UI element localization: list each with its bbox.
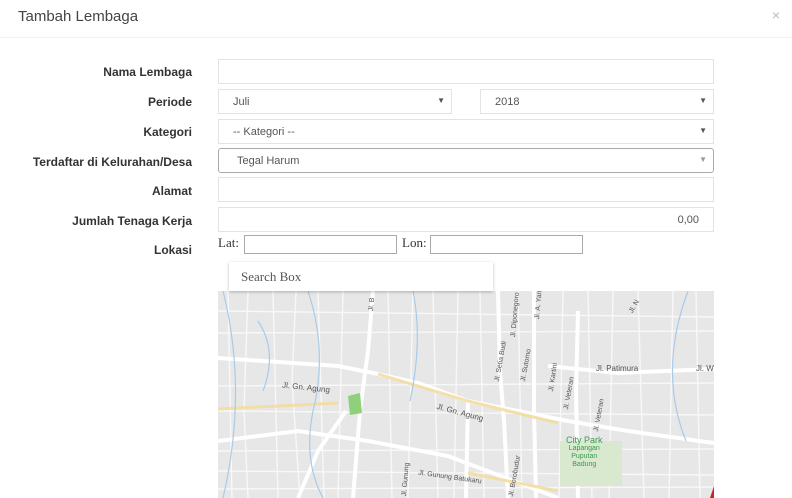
map-label: Jl. Patimura xyxy=(596,364,639,373)
map-label: Jl. B xyxy=(368,297,377,312)
label-alamat: Alamat xyxy=(151,184,192,198)
chevron-down-icon: ▼ xyxy=(699,126,707,135)
map-label: Badung xyxy=(572,461,597,468)
header-divider xyxy=(0,37,792,38)
label-periode: Periode xyxy=(147,95,192,109)
chevron-down-icon: ▼ xyxy=(437,96,445,105)
label-lokasi: Lokasi xyxy=(153,243,192,257)
kelurahan-select[interactable]: Tegal Harum ▼ xyxy=(218,148,714,173)
tenaga-kerja-input[interactable]: 0,00 xyxy=(218,207,714,232)
lat-label: Lat: xyxy=(218,235,239,250)
label-tenaga-kerja: Jumlah Tenaga Kerja xyxy=(72,214,192,228)
close-icon[interactable]: × xyxy=(772,7,780,23)
map-label: Puputan xyxy=(571,453,598,460)
alamat-input[interactable] xyxy=(218,177,714,202)
map-park-label: City Park Lapangan Puputan Badung xyxy=(566,435,603,469)
kategori-select[interactable]: -- Kategori -- ▼ xyxy=(218,119,714,144)
kategori-value: -- Kategori -- xyxy=(233,126,295,138)
periode-month-select[interactable]: Juli ▼ xyxy=(218,89,452,114)
map-label: Lapangan xyxy=(568,445,600,452)
chevron-down-icon: ▼ xyxy=(699,155,707,164)
map-roads xyxy=(218,291,714,498)
label-nama-lembaga: Nama Lembaga xyxy=(103,65,192,79)
periode-year-select[interactable]: 2018 ▼ xyxy=(480,89,714,114)
periode-month-value: Juli xyxy=(233,96,250,108)
label-kelurahan: Terdaftar di Kelurahan/Desa xyxy=(32,155,192,169)
kelurahan-value: Tegal Harum xyxy=(237,155,300,167)
map-view[interactable]: Jl. Gn. Agung Jl. Gn. Agung Jl. Patimura… xyxy=(218,291,714,498)
tenaga-kerja-value: 0,00 xyxy=(677,214,699,226)
lon-input[interactable] xyxy=(430,235,583,254)
periode-year-value: 2018 xyxy=(495,96,520,108)
lat-input[interactable] xyxy=(244,235,397,254)
lon-label: Lon: xyxy=(402,235,427,250)
map-search-input[interactable]: Search Box xyxy=(229,262,493,291)
map-label: Jl. W xyxy=(696,364,714,373)
modal-title: Tambah Lembaga xyxy=(18,8,139,25)
chevron-down-icon: ▼ xyxy=(699,96,707,105)
label-kategori: Kategori xyxy=(143,125,192,139)
map-label: City Park xyxy=(566,435,603,445)
nama-lembaga-input[interactable] xyxy=(218,59,714,84)
